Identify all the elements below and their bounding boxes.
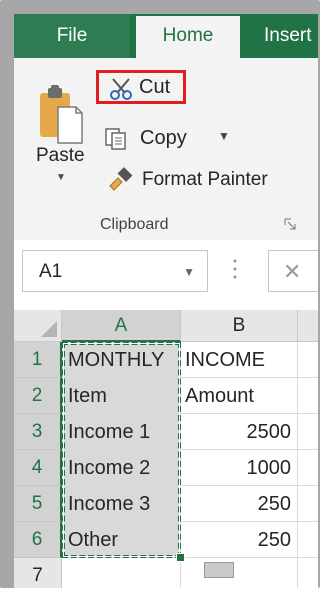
select-all-icon bbox=[41, 321, 57, 337]
fill-handle[interactable] bbox=[176, 553, 185, 562]
cell-b6[interactable]: 250 bbox=[181, 522, 298, 558]
cell-c3[interactable] bbox=[298, 414, 318, 450]
column-header-a[interactable]: A bbox=[62, 310, 181, 342]
excel-window: File Home Insert Paste ▼ Cut Copy ▼ Form… bbox=[14, 14, 318, 588]
tab-insert[interactable]: Insert bbox=[264, 14, 318, 58]
cell-b3[interactable]: 2500 bbox=[181, 414, 298, 450]
row-header-4[interactable]: 4 bbox=[14, 450, 62, 486]
cancel-icon[interactable]: ✕ bbox=[283, 261, 301, 283]
format-painter-icon bbox=[109, 167, 133, 191]
name-box[interactable]: A1 ▼ bbox=[22, 250, 208, 292]
cell-b1[interactable]: INCOME bbox=[181, 342, 298, 378]
cell-b5[interactable]: 250 bbox=[181, 486, 298, 522]
cell-c7[interactable] bbox=[298, 558, 318, 588]
cell-c6[interactable] bbox=[298, 522, 318, 558]
cell-c5[interactable] bbox=[298, 486, 318, 522]
paste-options-icon[interactable] bbox=[204, 562, 234, 578]
row-header-2[interactable]: 2 bbox=[14, 378, 62, 414]
paste-button-label[interactable]: Paste bbox=[36, 145, 85, 167]
cut-selection-marquee bbox=[62, 342, 181, 558]
chevron-down-icon[interactable]: ▼ bbox=[183, 265, 195, 279]
column-header-b[interactable]: B bbox=[181, 310, 298, 342]
copy-dropdown-icon[interactable]: ▼ bbox=[218, 129, 230, 143]
paste-icon[interactable] bbox=[38, 85, 84, 145]
ribbon-tab-bar: File Home Insert bbox=[14, 14, 318, 58]
clipboard-group-label: Clipboard bbox=[100, 216, 169, 233]
cell-a7[interactable] bbox=[62, 558, 181, 588]
cell-c2[interactable] bbox=[298, 378, 318, 414]
cell-b7[interactable] bbox=[181, 558, 298, 588]
row-header-7[interactable]: 7 bbox=[14, 558, 62, 588]
paste-dropdown-icon[interactable]: ▼ bbox=[56, 172, 66, 183]
scissors-icon bbox=[110, 78, 132, 100]
format-painter-label: Format Painter bbox=[142, 169, 268, 190]
cut-button[interactable]: Cut bbox=[96, 70, 186, 104]
select-all-button[interactable] bbox=[14, 310, 62, 342]
cell-b4[interactable]: 1000 bbox=[181, 450, 298, 486]
formula-bar: A1 ▼ ✕ bbox=[14, 240, 318, 310]
worksheet-grid[interactable]: A B 1 MONTHLY INCOME 2 Item Amount 3 Inc… bbox=[14, 310, 318, 588]
copy-button[interactable]: Copy ▼ bbox=[104, 124, 234, 154]
screenshot-frame: File Home Insert Paste ▼ Cut Copy ▼ Form… bbox=[0, 0, 320, 588]
cell-b2[interactable]: Amount bbox=[181, 378, 298, 414]
column-header-c[interactable] bbox=[298, 310, 318, 342]
row-header-1[interactable]: 1 bbox=[14, 342, 62, 378]
cell-c1[interactable] bbox=[298, 342, 318, 378]
tab-file[interactable]: File bbox=[14, 14, 130, 58]
copy-icon bbox=[105, 128, 126, 150]
cut-label: Cut bbox=[139, 76, 171, 98]
tab-home[interactable]: Home bbox=[136, 16, 240, 58]
dialog-launcher-icon[interactable] bbox=[284, 218, 296, 230]
name-box-value: A1 bbox=[39, 261, 63, 282]
cell-c4[interactable] bbox=[298, 450, 318, 486]
formula-controls: ✕ bbox=[268, 250, 318, 292]
row-header-3[interactable]: 3 bbox=[14, 414, 62, 450]
grip-dots-icon bbox=[233, 259, 237, 279]
row-header-5[interactable]: 5 bbox=[14, 486, 62, 522]
copy-label: Copy bbox=[140, 127, 187, 149]
ribbon-home-panel: Paste ▼ Cut Copy ▼ Format Painter Clipbo… bbox=[14, 58, 318, 241]
format-painter-button[interactable]: Format Painter bbox=[104, 164, 304, 196]
row-header-6[interactable]: 6 bbox=[14, 522, 62, 558]
